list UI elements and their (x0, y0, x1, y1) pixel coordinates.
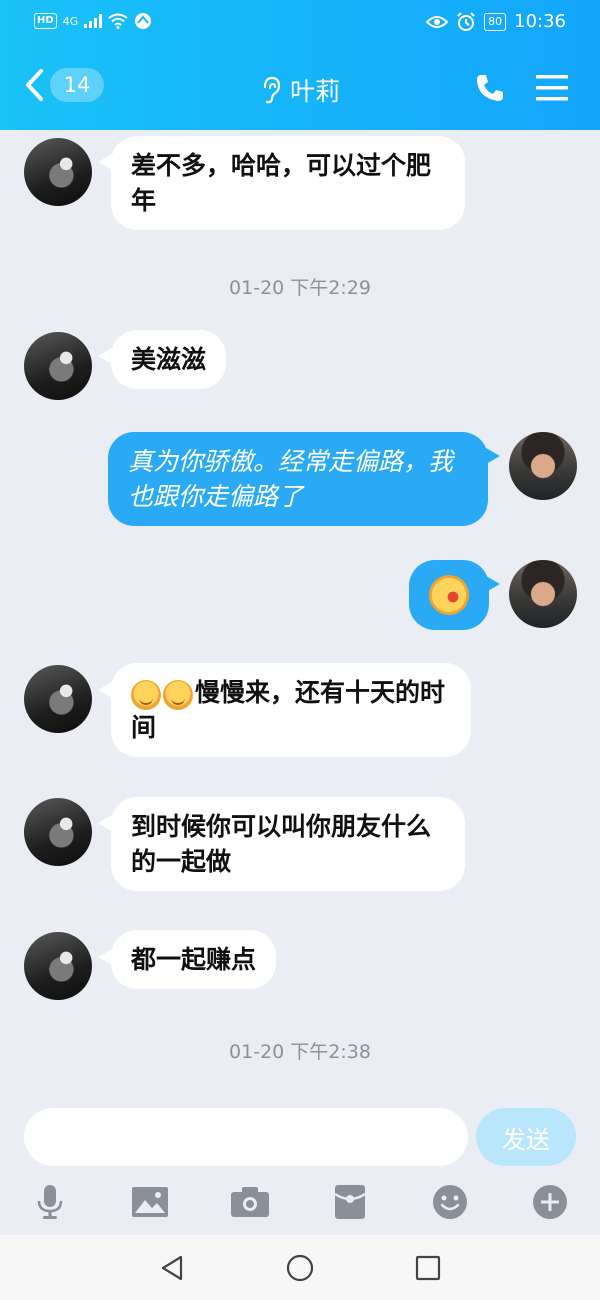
bubble-tail (486, 448, 500, 464)
yawn-emoji-icon (131, 679, 161, 710)
eye-icon (426, 15, 449, 28)
network-label: 4G (62, 14, 79, 28)
more-button[interactable] (530, 1182, 570, 1222)
microphone-icon (37, 1185, 63, 1219)
alarm-icon (457, 11, 475, 31)
yawn-emoji-icon (163, 679, 193, 710)
emoji-button[interactable] (430, 1182, 470, 1222)
title-area: 叶莉 (0, 72, 600, 108)
plus-icon (533, 1185, 567, 1219)
hamburger-menu-icon (536, 75, 568, 101)
bubble-tail (98, 682, 112, 698)
vpn-icon (135, 13, 152, 29)
system-back-button[interactable] (157, 1253, 187, 1283)
compose-area: 发送 (0, 1090, 600, 1235)
bubble-tail (98, 815, 112, 831)
menu-button[interactable] (536, 74, 568, 106)
circle-home-icon (286, 1254, 314, 1282)
message-text: 都一起赚点 (131, 945, 257, 974)
status-bar: HD 4G 80 10:36 (0, 0, 600, 44)
triangle-back-icon (161, 1255, 183, 1281)
avatar[interactable] (509, 560, 577, 628)
system-recents-button[interactable] (413, 1253, 443, 1283)
message-bubble[interactable]: 美滋滋 (111, 330, 227, 389)
avatar[interactable] (24, 932, 92, 1000)
send-button[interactable]: 发送 (476, 1108, 576, 1166)
message-text: 差不多，哈哈，可以过个肥年 (131, 151, 432, 215)
message-text: 美滋滋 (131, 345, 207, 374)
wifi-icon (108, 13, 128, 29)
message-bubble[interactable]: 差不多，哈哈，可以过个肥年 (111, 136, 465, 230)
avatar[interactable] (509, 432, 577, 500)
phone-icon (477, 75, 503, 101)
nav-bar: 14 叶莉 (0, 58, 600, 118)
laughing-tongue-emoji-icon (429, 575, 469, 615)
timestamp: 01-20 下午2:38 (229, 1041, 371, 1063)
square-recents-icon (415, 1255, 441, 1281)
voice-button[interactable] (30, 1182, 70, 1222)
image-icon (132, 1187, 168, 1217)
avatar[interactable] (24, 138, 92, 206)
message-bubble[interactable]: 慢慢来，还有十天的时间 (111, 663, 471, 757)
red-packet-button[interactable] (330, 1182, 370, 1222)
message-bubble[interactable]: 到时候你可以叫你朋友什么的一起做 (111, 797, 465, 891)
red-packet-icon (334, 1185, 366, 1219)
contact-name[interactable]: 叶莉 (290, 72, 340, 108)
avatar[interactable] (24, 798, 92, 866)
system-navigation-bar (0, 1235, 600, 1300)
bubble-tail (98, 348, 112, 364)
camera-icon (231, 1187, 269, 1217)
avatar[interactable] (24, 332, 92, 400)
hd-indicator: HD (34, 13, 57, 29)
chat-header: HD 4G 80 10:36 14 叶莉 (0, 0, 600, 130)
system-home-button[interactable] (285, 1253, 315, 1283)
clock: 10:36 (514, 11, 566, 32)
battery-icon: 80 (484, 12, 507, 31)
message-input[interactable] (24, 1108, 468, 1166)
bubble-tail (98, 154, 112, 170)
message-list[interactable]: 差不多，哈哈，可以过个肥年 01-20 下午2:29 美滋滋 真为你骄傲。经常走… (0, 130, 600, 1090)
message-bubble[interactable] (409, 560, 489, 630)
message-bubble[interactable]: 真为你骄傲。经常走偏路，我也跟你走偏路了 (108, 432, 488, 526)
call-button[interactable] (474, 72, 506, 108)
ear-icon (263, 76, 281, 104)
timestamp: 01-20 下午2:29 (229, 277, 371, 299)
gallery-button[interactable] (130, 1182, 170, 1222)
message-text: 到时候你可以叫你朋友什么的一起做 (131, 812, 432, 876)
message-text: 真为你骄傲。经常走偏路，我也跟你走偏路了 (128, 447, 454, 511)
bubble-tail (98, 949, 112, 965)
camera-button[interactable] (230, 1182, 270, 1222)
emoji-icon (433, 1185, 467, 1219)
message-bubble[interactable]: 都一起赚点 (111, 930, 277, 989)
signal-icon (84, 14, 103, 28)
avatar[interactable] (24, 665, 92, 733)
